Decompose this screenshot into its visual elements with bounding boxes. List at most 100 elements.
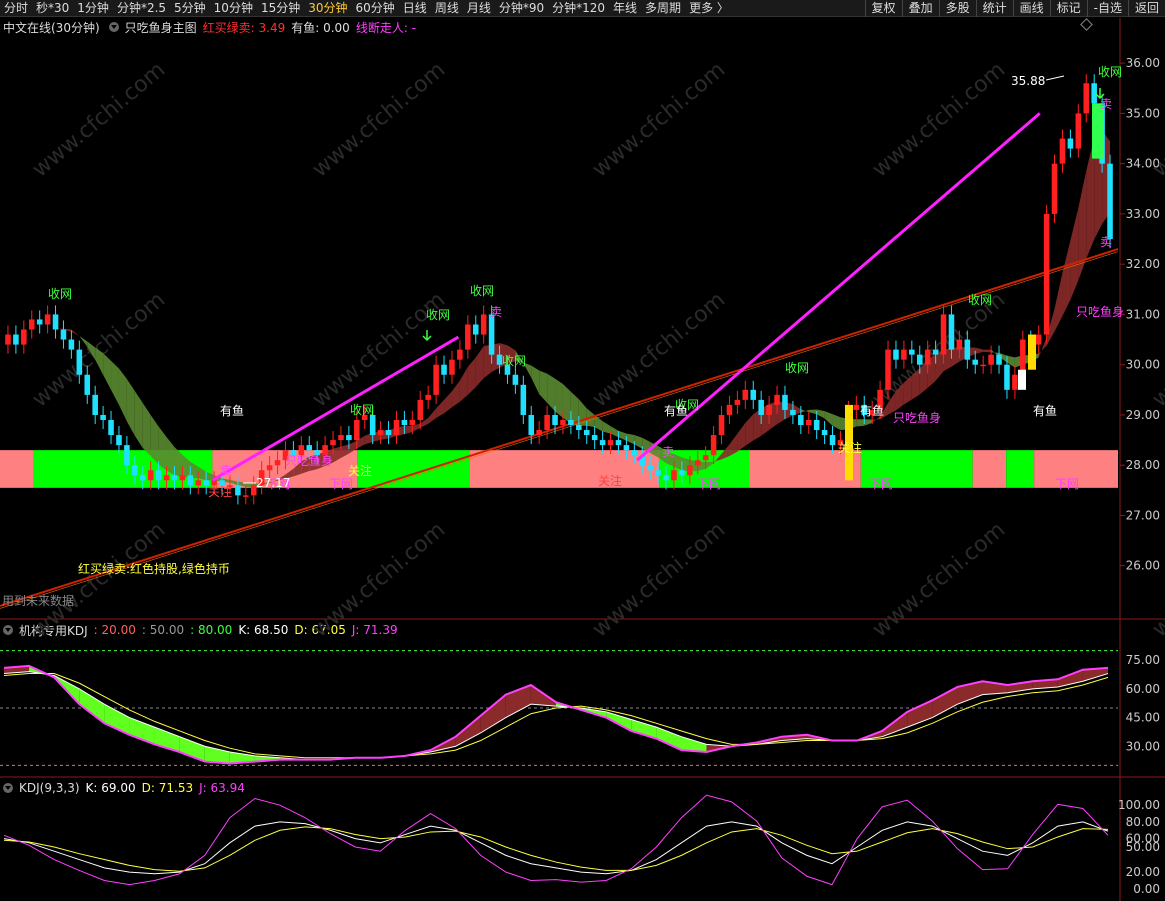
toolbar-action-6[interactable]: -自选 [1086, 0, 1128, 17]
period-toolbar: 分时 秒*30 1分钟 分钟*2.5 5分钟 10分钟 15分钟 30分钟 60分钟 日线 周线 月线… [0, 0, 1165, 17]
period-tab-12[interactable]: 分钟*90 [495, 0, 548, 17]
period-tab-16[interactable]: 更多 〉 [685, 0, 733, 17]
period-tab-15[interactable]: 多周期 [641, 0, 685, 17]
candle-body [1059, 138, 1066, 164]
candle-body [52, 314, 59, 330]
kdj1-fill [932, 686, 958, 718]
candle-body [750, 389, 757, 400]
period-tab-14[interactable]: 年线 [609, 0, 641, 17]
kdj1-fill [656, 727, 682, 751]
candle-body [694, 460, 701, 466]
toolbar-action-1[interactable]: 叠加 [901, 0, 939, 17]
signal-label: 有鱼 [220, 404, 244, 418]
candle-body [195, 480, 202, 486]
ribbon-segment [856, 419, 865, 427]
toolbar-action-3[interactable]: 统计 [975, 0, 1013, 17]
period-tab-10[interactable]: 周线 [431, 0, 463, 17]
price-tick-label: 32.00 [1126, 257, 1160, 271]
candle-body [1091, 83, 1097, 104]
candle-body [702, 455, 709, 461]
signal-label: 收网 [1098, 65, 1122, 79]
period-tab-6[interactable]: 15分钟 [257, 0, 304, 17]
candle-body [631, 450, 638, 456]
candle-body [449, 359, 455, 375]
signal-label: 收网 [785, 361, 809, 375]
candle-body [671, 470, 677, 481]
period-tab-13[interactable]: 分钟*120 [548, 0, 609, 17]
kdj1-fill [907, 700, 933, 728]
watermark-text: www.cfchi.com [868, 57, 1010, 182]
candle-body [758, 399, 764, 415]
watermark-text: www.cfchi.com [28, 57, 170, 182]
toolbar-action-5[interactable]: 标记 [1049, 0, 1087, 17]
price-tick-label: 29.00 [1126, 408, 1160, 422]
toolbar-action-4[interactable]: 画线 [1012, 0, 1050, 17]
ribbon-segment [142, 402, 151, 456]
ribbon-segment [79, 335, 88, 347]
period-tab-11[interactable]: 月线 [463, 0, 495, 17]
candle-body [1035, 334, 1042, 345]
toolbar-action-7[interactable]: 返回 [1127, 0, 1165, 17]
ribbon-segment [816, 409, 825, 419]
period-tab-8[interactable]: 60分钟 [352, 0, 399, 17]
ribbon-segment [555, 378, 563, 418]
watermark-text: www.cfchi.com [28, 287, 170, 412]
candle-body [536, 430, 542, 436]
period-tabs: 分时 秒*30 1分钟 分钟*2.5 5分钟 10分钟 15分钟 30分钟 60分钟 日线 周线 月线… [0, 0, 733, 17]
toolbar-action-0[interactable]: 复权 [864, 0, 902, 17]
candle-body [132, 465, 138, 476]
period-tab-2[interactable]: 1分钟 [73, 0, 113, 17]
period-tab-5[interactable]: 10分钟 [210, 0, 257, 17]
candle-body [512, 374, 519, 385]
candle-body [916, 354, 923, 365]
candle-body [472, 324, 479, 335]
period-tab-3[interactable]: 分钟*2.5 [113, 0, 170, 17]
candle-body [718, 414, 725, 436]
candle-body [385, 430, 392, 436]
signal-label: 下网 [329, 477, 353, 491]
period-tab-7[interactable]: 30分钟 [304, 0, 351, 17]
candle-body [235, 485, 241, 496]
candle-body [972, 359, 979, 365]
price-tick-label: 30.00 [1126, 358, 1160, 372]
candle-body [1043, 213, 1050, 335]
candle-body [480, 314, 487, 335]
ribbon-segment [475, 346, 484, 388]
candle-body [139, 475, 146, 481]
candle-body [734, 399, 741, 405]
kdj2-k-line [3, 821, 1109, 875]
ribbon-segment [134, 390, 143, 448]
candle-body [92, 394, 98, 415]
watermark-text: www.cfchi.com [868, 517, 1010, 642]
toolbar-action-2[interactable]: 多股 [938, 0, 976, 17]
signal-label: 关注 [598, 473, 622, 488]
ribbon-segment [103, 353, 112, 390]
candle-body [663, 475, 669, 481]
period-tab-4[interactable]: 5分钟 [170, 0, 210, 17]
period-tab-9[interactable]: 日线 [399, 0, 431, 17]
signal-label: 收网 [968, 293, 992, 307]
trend-line [0, 248, 1119, 607]
signal-label: 下网 [869, 477, 893, 491]
ribbon-segment [531, 365, 540, 395]
candle-body [576, 425, 582, 431]
period-tab-1[interactable]: 秒*30 [32, 0, 73, 17]
price-tick-label: 27.00 [1126, 508, 1160, 522]
ribbon-segment [111, 360, 119, 405]
watermark-text: www.cfchi.com [1148, 287, 1165, 412]
chart-canvas[interactable]: 36.0035.0034.0033.0032.0031.0030.0029.00… [0, 18, 1165, 901]
candle-body [909, 349, 915, 355]
signal-label: 收网 [426, 308, 450, 322]
ribbon-segment [1062, 240, 1071, 316]
candle-body [679, 470, 685, 476]
signal-label: 只吃鱼身 [893, 410, 941, 425]
period-tab-0[interactable]: 分时 [0, 0, 32, 17]
ribbon-segment [39, 327, 48, 331]
candle-body [829, 435, 836, 446]
signal-label: 收网 [502, 354, 526, 368]
ribbon-segment [166, 436, 175, 476]
candle-body [338, 435, 344, 441]
kdj2-d-line [3, 826, 1109, 872]
ribbon-segment [983, 349, 992, 353]
max-price-pointer [1045, 75, 1065, 81]
